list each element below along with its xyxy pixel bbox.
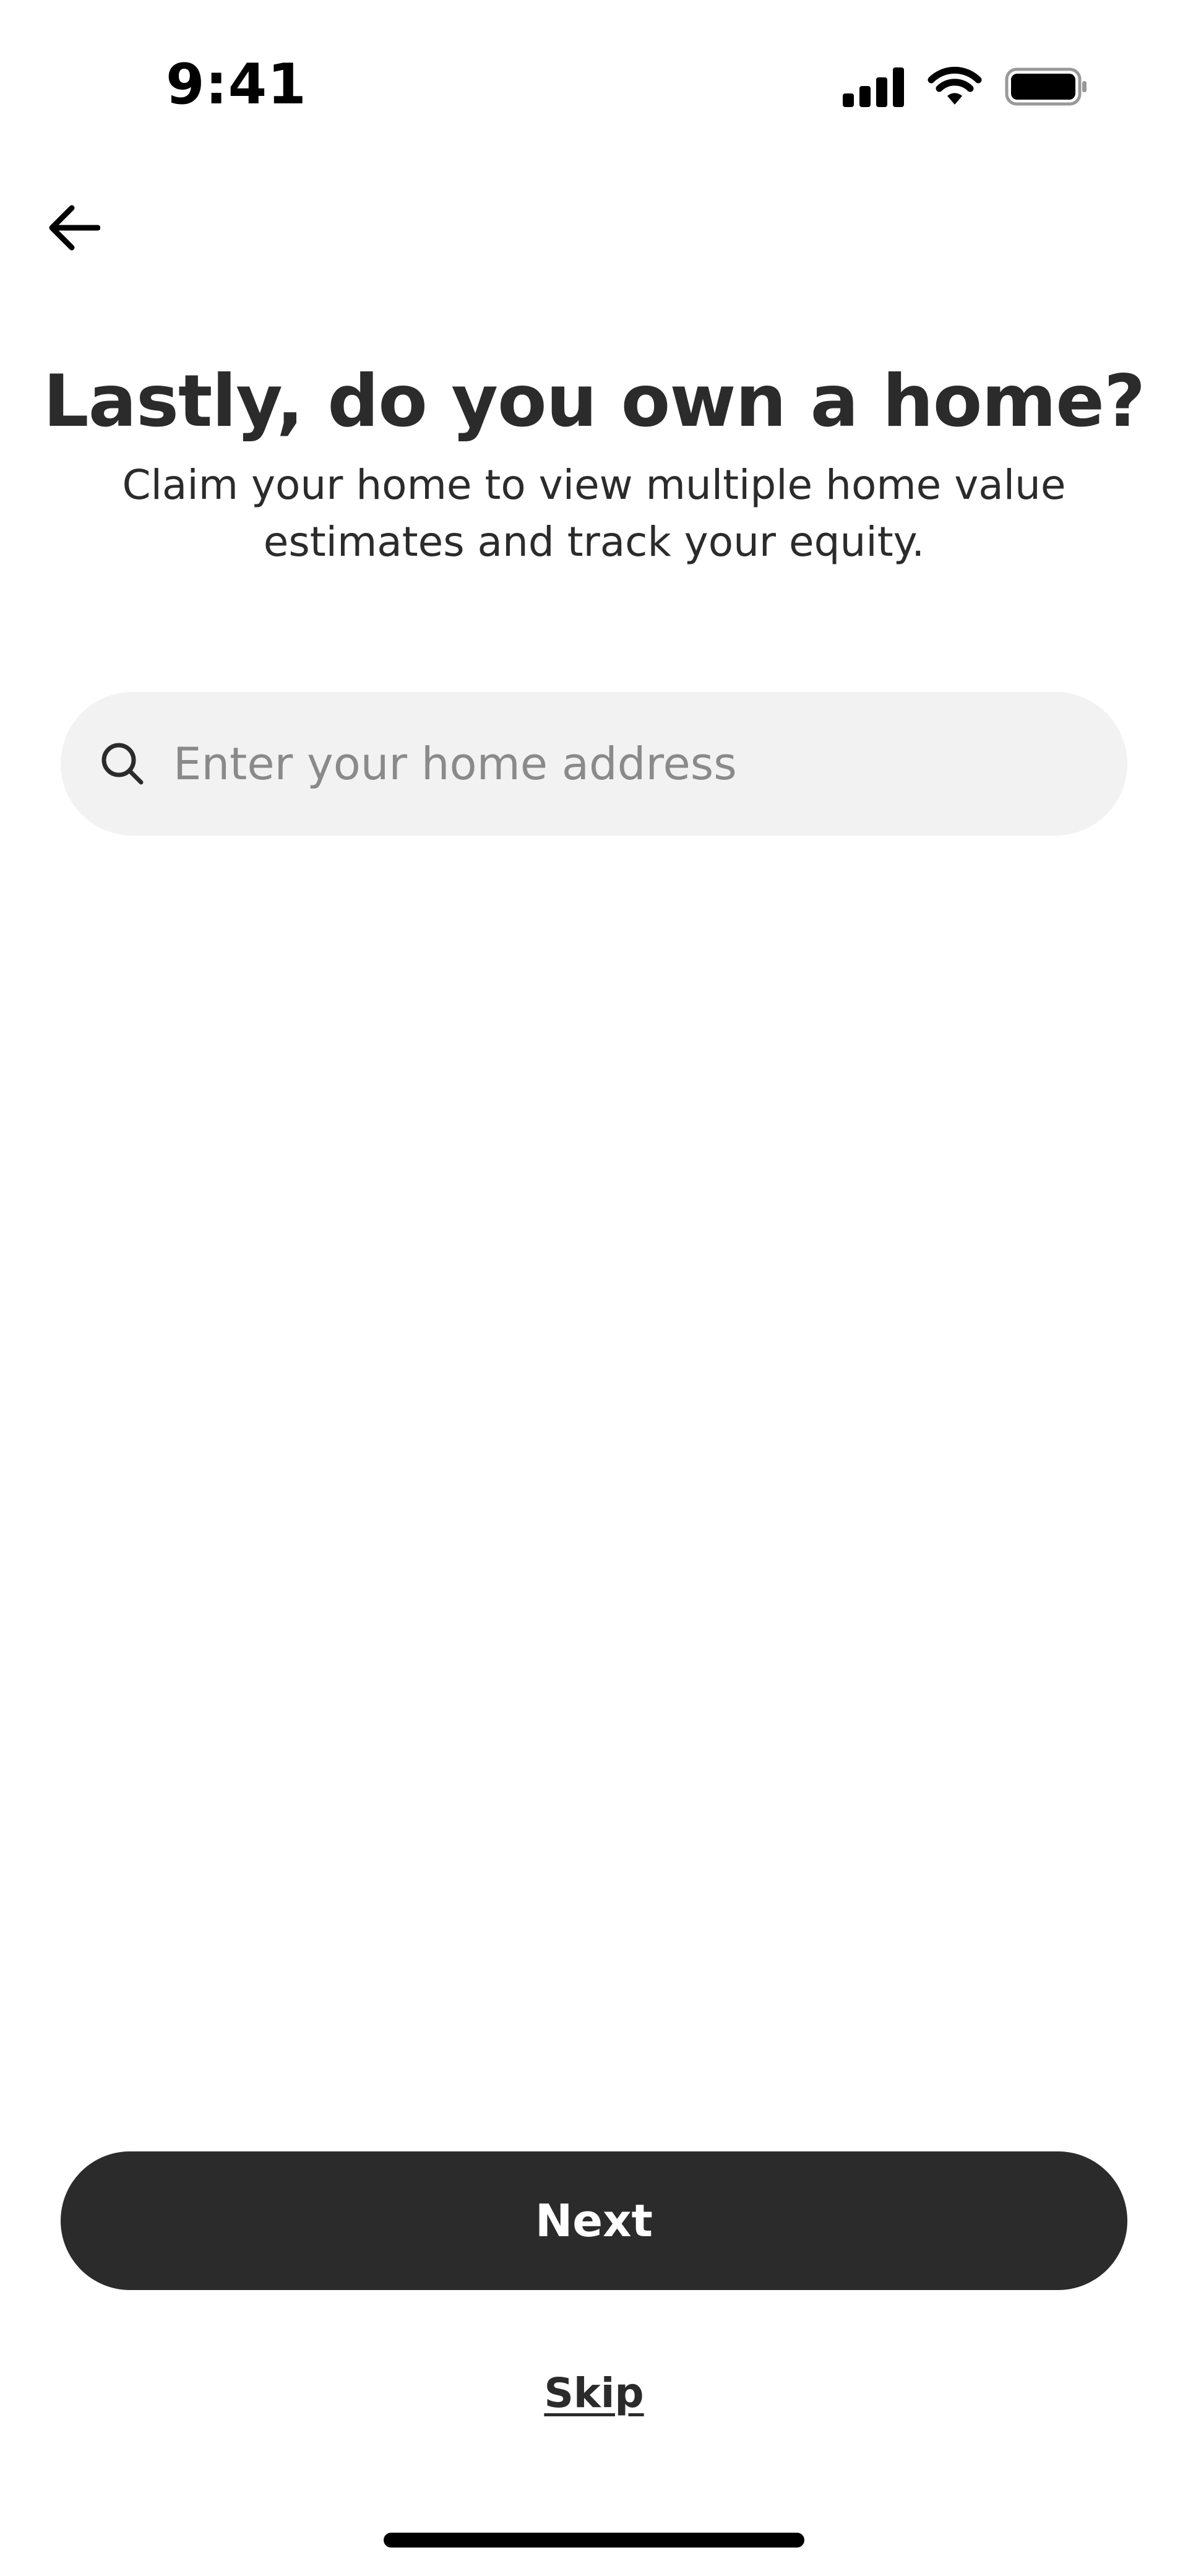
next-button[interactable]: Next [61,2151,1127,2290]
address-search-input[interactable] [173,727,1070,801]
address-search-field[interactable] [61,692,1127,836]
search-icon [99,740,146,787]
home-indicator [384,2533,804,2548]
subtitle-line-2: estimates and track your equity. [263,518,925,566]
back-button[interactable] [43,198,105,260]
status-time: 9:41 [166,52,307,117]
page-title: Lastly, do you own a home? [43,360,1146,443]
arrow-left-icon [48,204,101,254]
cellular-signal-icon [843,66,905,107]
skip-link[interactable]: Skip [0,2369,1188,2417]
wifi-icon [927,66,983,107]
page-subtitle: Claim your home to view multiple home va… [99,457,1089,571]
subtitle-line-1: Claim your home to view multiple home va… [122,461,1066,509]
battery-icon [1005,66,1089,107]
status-icons [843,62,1089,111]
